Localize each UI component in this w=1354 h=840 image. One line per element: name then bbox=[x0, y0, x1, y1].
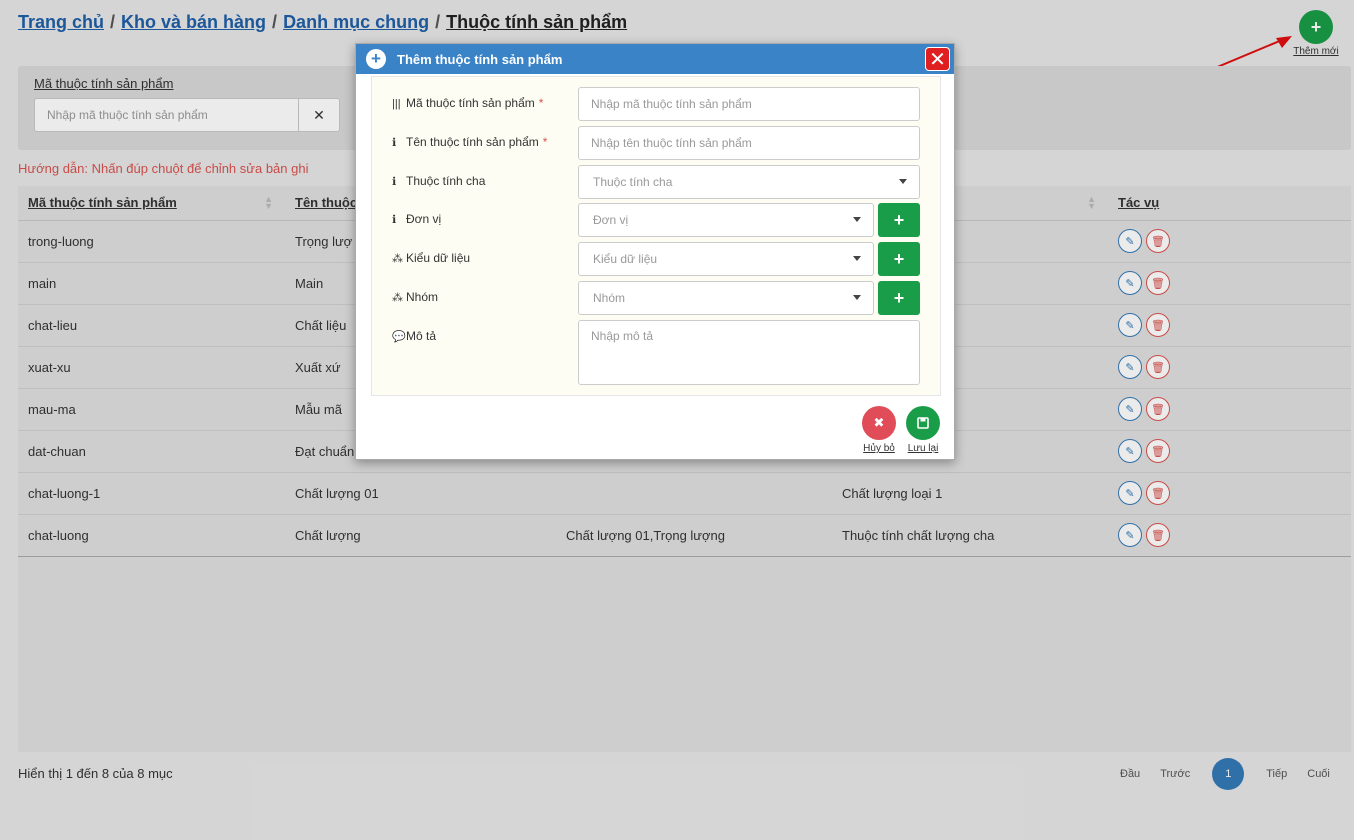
plus-circle-icon: + bbox=[366, 49, 386, 69]
save-label[interactable]: Lưu lại bbox=[903, 443, 943, 454]
name-input[interactable]: Nhập tên thuộc tính sản phẩm bbox=[578, 126, 920, 160]
code-input[interactable]: Nhập mã thuộc tính sản phẩm bbox=[578, 87, 920, 121]
datatype-label: Kiểu dữ liệu bbox=[406, 251, 471, 265]
required-marker: * bbox=[538, 96, 544, 110]
desc-label: Mô tả bbox=[406, 329, 437, 343]
code-label: Mã thuộc tính sản phẩm bbox=[406, 96, 535, 110]
close-icon[interactable]: ✖ bbox=[862, 406, 896, 440]
add-datatype-button[interactable]: + bbox=[878, 242, 920, 276]
info-icon: ℹ bbox=[392, 214, 397, 226]
group-select[interactable]: Nhóm bbox=[578, 281, 874, 315]
add-attribute-modal: + Thêm thuộc tính sản phẩm ✕ ||| Mã thuộc… bbox=[355, 43, 955, 460]
chevron-down-icon bbox=[853, 256, 861, 261]
comment-icon: 💬 bbox=[392, 331, 406, 343]
cubes-icon: ⁂ bbox=[392, 292, 403, 304]
parent-select[interactable]: Thuộc tính cha bbox=[578, 165, 920, 199]
required-marker: * bbox=[542, 135, 548, 149]
add-group-button[interactable]: + bbox=[878, 281, 920, 315]
modal-title: Thêm thuộc tính sản phẩm bbox=[397, 51, 563, 67]
unit-select[interactable]: Đơn vị bbox=[578, 203, 874, 237]
chevron-down-icon bbox=[853, 217, 861, 222]
modal-form: ||| Mã thuộc tính sản phẩm * Nhập mã thuộc… bbox=[371, 76, 941, 396]
unit-label: Đơn vị bbox=[406, 212, 442, 226]
info-icon: ℹ bbox=[392, 137, 397, 149]
cubes-icon: ⁂ bbox=[392, 253, 403, 265]
chevron-down-icon bbox=[853, 295, 861, 300]
parent-label: Thuộc tính cha bbox=[406, 174, 486, 188]
cancel-button[interactable]: ✖ Hủy bỏ bbox=[859, 406, 899, 454]
modal-header: + Thêm thuộc tính sản phẩm bbox=[356, 44, 954, 74]
name-label: Tên thuộc tính sản phẩm bbox=[406, 135, 539, 149]
add-unit-button[interactable]: + bbox=[878, 203, 920, 237]
chevron-down-icon bbox=[899, 179, 907, 184]
close-icon[interactable]: ✕ bbox=[925, 47, 950, 71]
info-icon: ℹ bbox=[392, 176, 397, 188]
cancel-label[interactable]: Hủy bỏ bbox=[859, 443, 899, 454]
save-button[interactable]: Lưu lại bbox=[903, 406, 943, 454]
barcode-icon: ||| bbox=[392, 98, 401, 110]
group-label: Nhóm bbox=[406, 290, 439, 304]
save-icon[interactable] bbox=[906, 406, 940, 440]
desc-textarea[interactable]: Nhập mô tả bbox=[578, 320, 920, 385]
datatype-select[interactable]: Kiểu dữ liệu bbox=[578, 242, 874, 276]
